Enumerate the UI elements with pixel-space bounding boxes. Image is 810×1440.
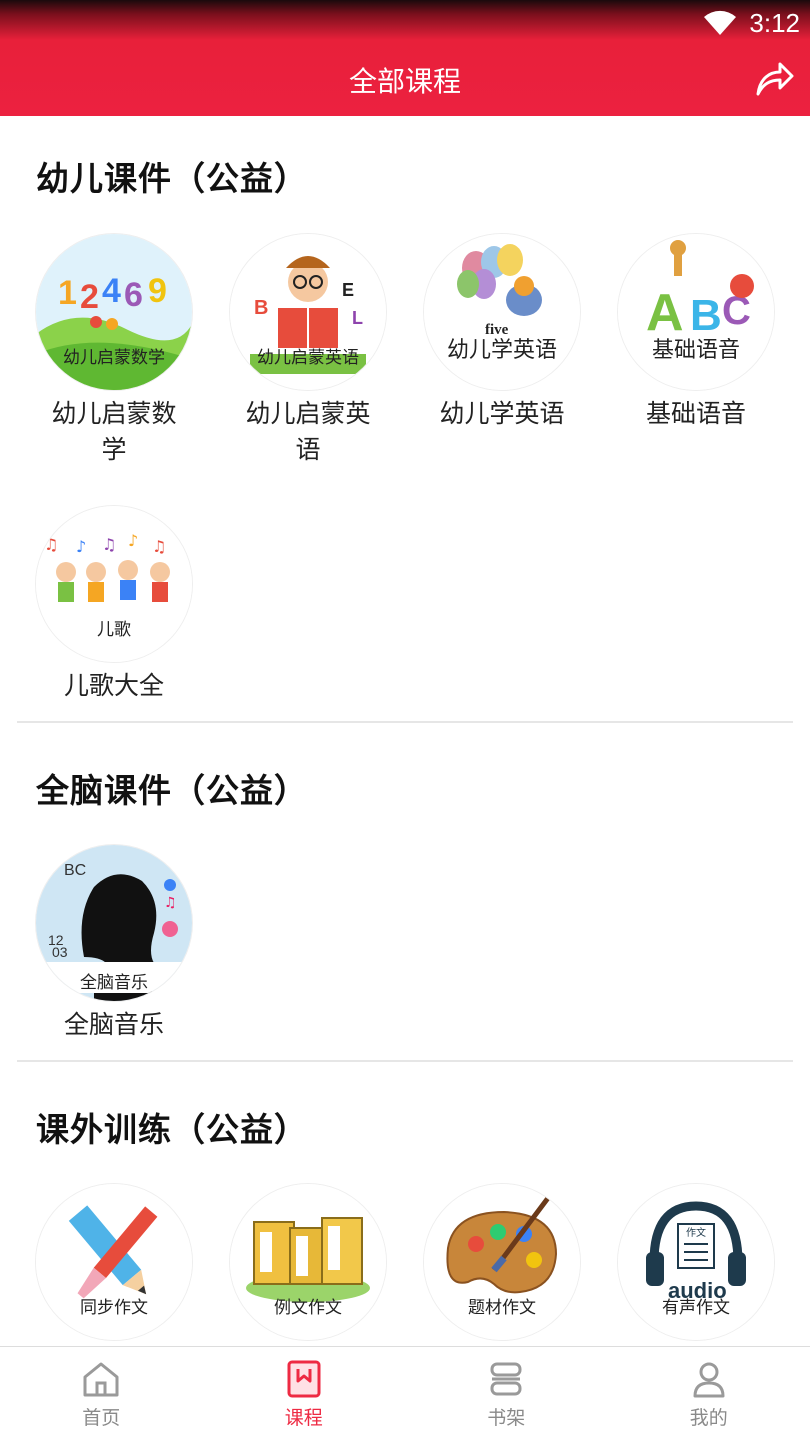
header-bar: 3:12 全部课程: [0, 0, 810, 116]
svg-text:03: 03: [52, 944, 68, 960]
course-thumb: ♫ ♪ ♫ ♪ ♫ 儿歌: [36, 506, 192, 662]
course-audio-writing[interactable]: 作文 audio 有声作文: [599, 1184, 793, 1340]
course-kids-learn-english[interactable]: five 幼儿学英语 幼儿学英语: [405, 234, 599, 432]
course-sync-writing[interactable]: 同步作文: [17, 1184, 211, 1340]
bookshelf-icon: [490, 1362, 522, 1396]
course-label: 幼儿启蒙英语: [245, 399, 371, 464]
course-thumb: B E L 幼儿启蒙英语: [230, 234, 386, 390]
svg-text:♫: ♫: [164, 895, 177, 911]
course-whole-brain-music[interactable]: BC 12 03 ♫ 全脑音乐 全脑音乐: [17, 845, 211, 1043]
svg-text:E: E: [342, 280, 354, 300]
tab-label: 课程: [284, 1407, 323, 1429]
svg-text:9: 9: [148, 272, 167, 310]
course-label: 基础语音: [645, 399, 746, 428]
thumb-caption: 例文作文: [274, 1298, 342, 1318]
course-thumb: 同步作文: [36, 1184, 192, 1340]
tab-label: 书架: [487, 1407, 526, 1429]
course-example-writing[interactable]: 例文作文: [211, 1184, 405, 1340]
tab-course[interactable]: 课程: [203, 1347, 406, 1440]
tab-home[interactable]: 首页: [0, 1347, 203, 1440]
home-icon: [83, 1362, 119, 1397]
thumb-caption: 幼儿学英语: [446, 338, 557, 363]
course-thumb: 1 2 4 6 9 幼儿启蒙数学: [36, 234, 192, 390]
svg-text:6: 6: [124, 276, 143, 314]
course-kids-math[interactable]: 1 2 4 6 9 幼儿启蒙数学 幼儿启蒙数学: [17, 234, 211, 468]
tab-profile[interactable]: 我的: [608, 1347, 810, 1440]
svg-text:♫: ♫: [152, 537, 166, 556]
course-thumb: 题材作文: [424, 1184, 580, 1340]
course-label: 儿歌大全: [63, 671, 164, 700]
section-title-whole-brain: 全脑课件（公益）: [36, 771, 308, 810]
course-label: 幼儿启蒙数学: [51, 399, 177, 464]
thumb-caption: 题材作文: [468, 1298, 536, 1318]
screen: 3:12 全部课程 幼儿课件（公益） 1 2 4 6 9 幼儿启蒙数学 幼儿启蒙…: [0, 0, 810, 1440]
course-icon: [287, 1360, 321, 1398]
course-thumb: five 幼儿学英语: [424, 234, 580, 390]
svg-text:♫: ♫: [44, 535, 58, 554]
wifi-icon: [704, 10, 737, 35]
section-divider: [17, 1060, 793, 1062]
svg-text:4: 4: [102, 272, 121, 310]
thumb-extra-text: BC: [64, 862, 86, 879]
course-nursery-rhymes[interactable]: ♫ ♪ ♫ ♪ ♫ 儿歌 儿歌大全: [17, 506, 211, 704]
thumb-caption: 基础语音: [651, 338, 740, 363]
course-topic-writing[interactable]: 题材作文: [405, 1184, 599, 1340]
course-thumb: A B C 基础语音: [618, 234, 774, 390]
status-bar: 3:12: [703, 6, 800, 40]
svg-text:♪: ♪: [128, 531, 138, 550]
course-thumb: 作文 audio 有声作文: [618, 1184, 774, 1340]
svg-text:L: L: [352, 308, 363, 328]
thumb-badge-text: 作文: [686, 1226, 706, 1239]
tab-label: 首页: [82, 1407, 121, 1429]
section-divider: [17, 721, 793, 723]
share-icon[interactable]: [754, 58, 796, 98]
section-title-kids: 幼儿课件（公益）: [36, 159, 308, 198]
svg-text:2: 2: [80, 278, 99, 316]
course-label: 全脑音乐: [63, 1010, 164, 1039]
bottom-tab-bar: 首页 课程 书架 我的: [0, 1346, 810, 1440]
tab-label: 我的: [689, 1407, 728, 1429]
course-label: 幼儿学英语: [439, 399, 565, 428]
status-time: 3:12: [749, 7, 800, 38]
thumb-caption: 幼儿启蒙英语: [257, 348, 359, 368]
thumb-caption: 幼儿启蒙数学: [63, 348, 165, 368]
svg-text:♪: ♪: [76, 537, 86, 556]
svg-text:1: 1: [58, 274, 77, 312]
course-list[interactable]: 幼儿课件（公益） 1 2 4 6 9 幼儿启蒙数学 幼儿启蒙数学 B E L 幼…: [0, 116, 810, 1346]
course-thumb: BC 12 03 ♫ 全脑音乐: [36, 845, 192, 1001]
page-title: 全部课程: [348, 65, 461, 98]
profile-icon: [693, 1362, 725, 1398]
thumb-caption: 儿歌: [97, 620, 131, 640]
section-title-extracurricular: 课外训练（公益）: [36, 1110, 308, 1149]
course-kids-english-enlighten[interactable]: B E L 幼儿启蒙英语 幼儿启蒙英语: [211, 234, 405, 468]
course-thumb: 例文作文: [230, 1184, 386, 1340]
svg-text:B: B: [254, 297, 268, 319]
thumb-caption: 有声作文: [662, 1298, 730, 1318]
svg-text:♫: ♫: [102, 535, 116, 554]
thumb-caption: 全脑音乐: [36, 962, 192, 993]
tab-bookshelf[interactable]: 书架: [405, 1347, 608, 1440]
course-basic-phonics[interactable]: A B C 基础语音 基础语音: [599, 234, 793, 432]
thumb-caption: 同步作文: [80, 1298, 148, 1318]
